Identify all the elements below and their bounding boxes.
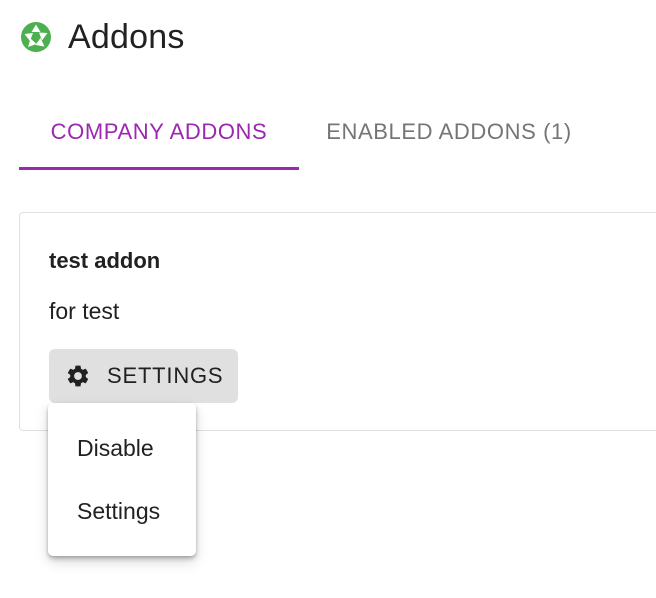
- active-tab-indicator: [19, 167, 299, 170]
- page-header: Addons: [20, 14, 185, 60]
- settings-button[interactable]: SETTINGS: [49, 349, 238, 403]
- addons-page: Addons COMPANY ADDONS ENABLED ADDONS (1)…: [0, 0, 656, 598]
- addon-description: for test: [49, 298, 120, 324]
- menu-item-settings[interactable]: Settings: [48, 480, 196, 543]
- aperture-icon: [20, 21, 52, 53]
- tab-enabled-addons[interactable]: ENABLED ADDONS (1): [299, 94, 599, 170]
- addon-tabs: COMPANY ADDONS ENABLED ADDONS (1): [19, 94, 599, 170]
- tab-label: COMPANY ADDONS: [50, 119, 268, 144]
- tab-label: ENABLED ADDONS (1): [326, 119, 572, 144]
- page-title: Addons: [68, 17, 185, 56]
- addon-card: test addon for test SETTINGS: [19, 212, 656, 431]
- menu-item-disable[interactable]: Disable: [48, 417, 196, 480]
- settings-button-label: SETTINGS: [107, 363, 224, 388]
- gear-icon: [65, 363, 91, 389]
- addon-title: test addon: [49, 248, 161, 273]
- settings-dropdown-menu: Disable Settings: [48, 403, 196, 556]
- tab-company-addons[interactable]: COMPANY ADDONS: [19, 94, 299, 170]
